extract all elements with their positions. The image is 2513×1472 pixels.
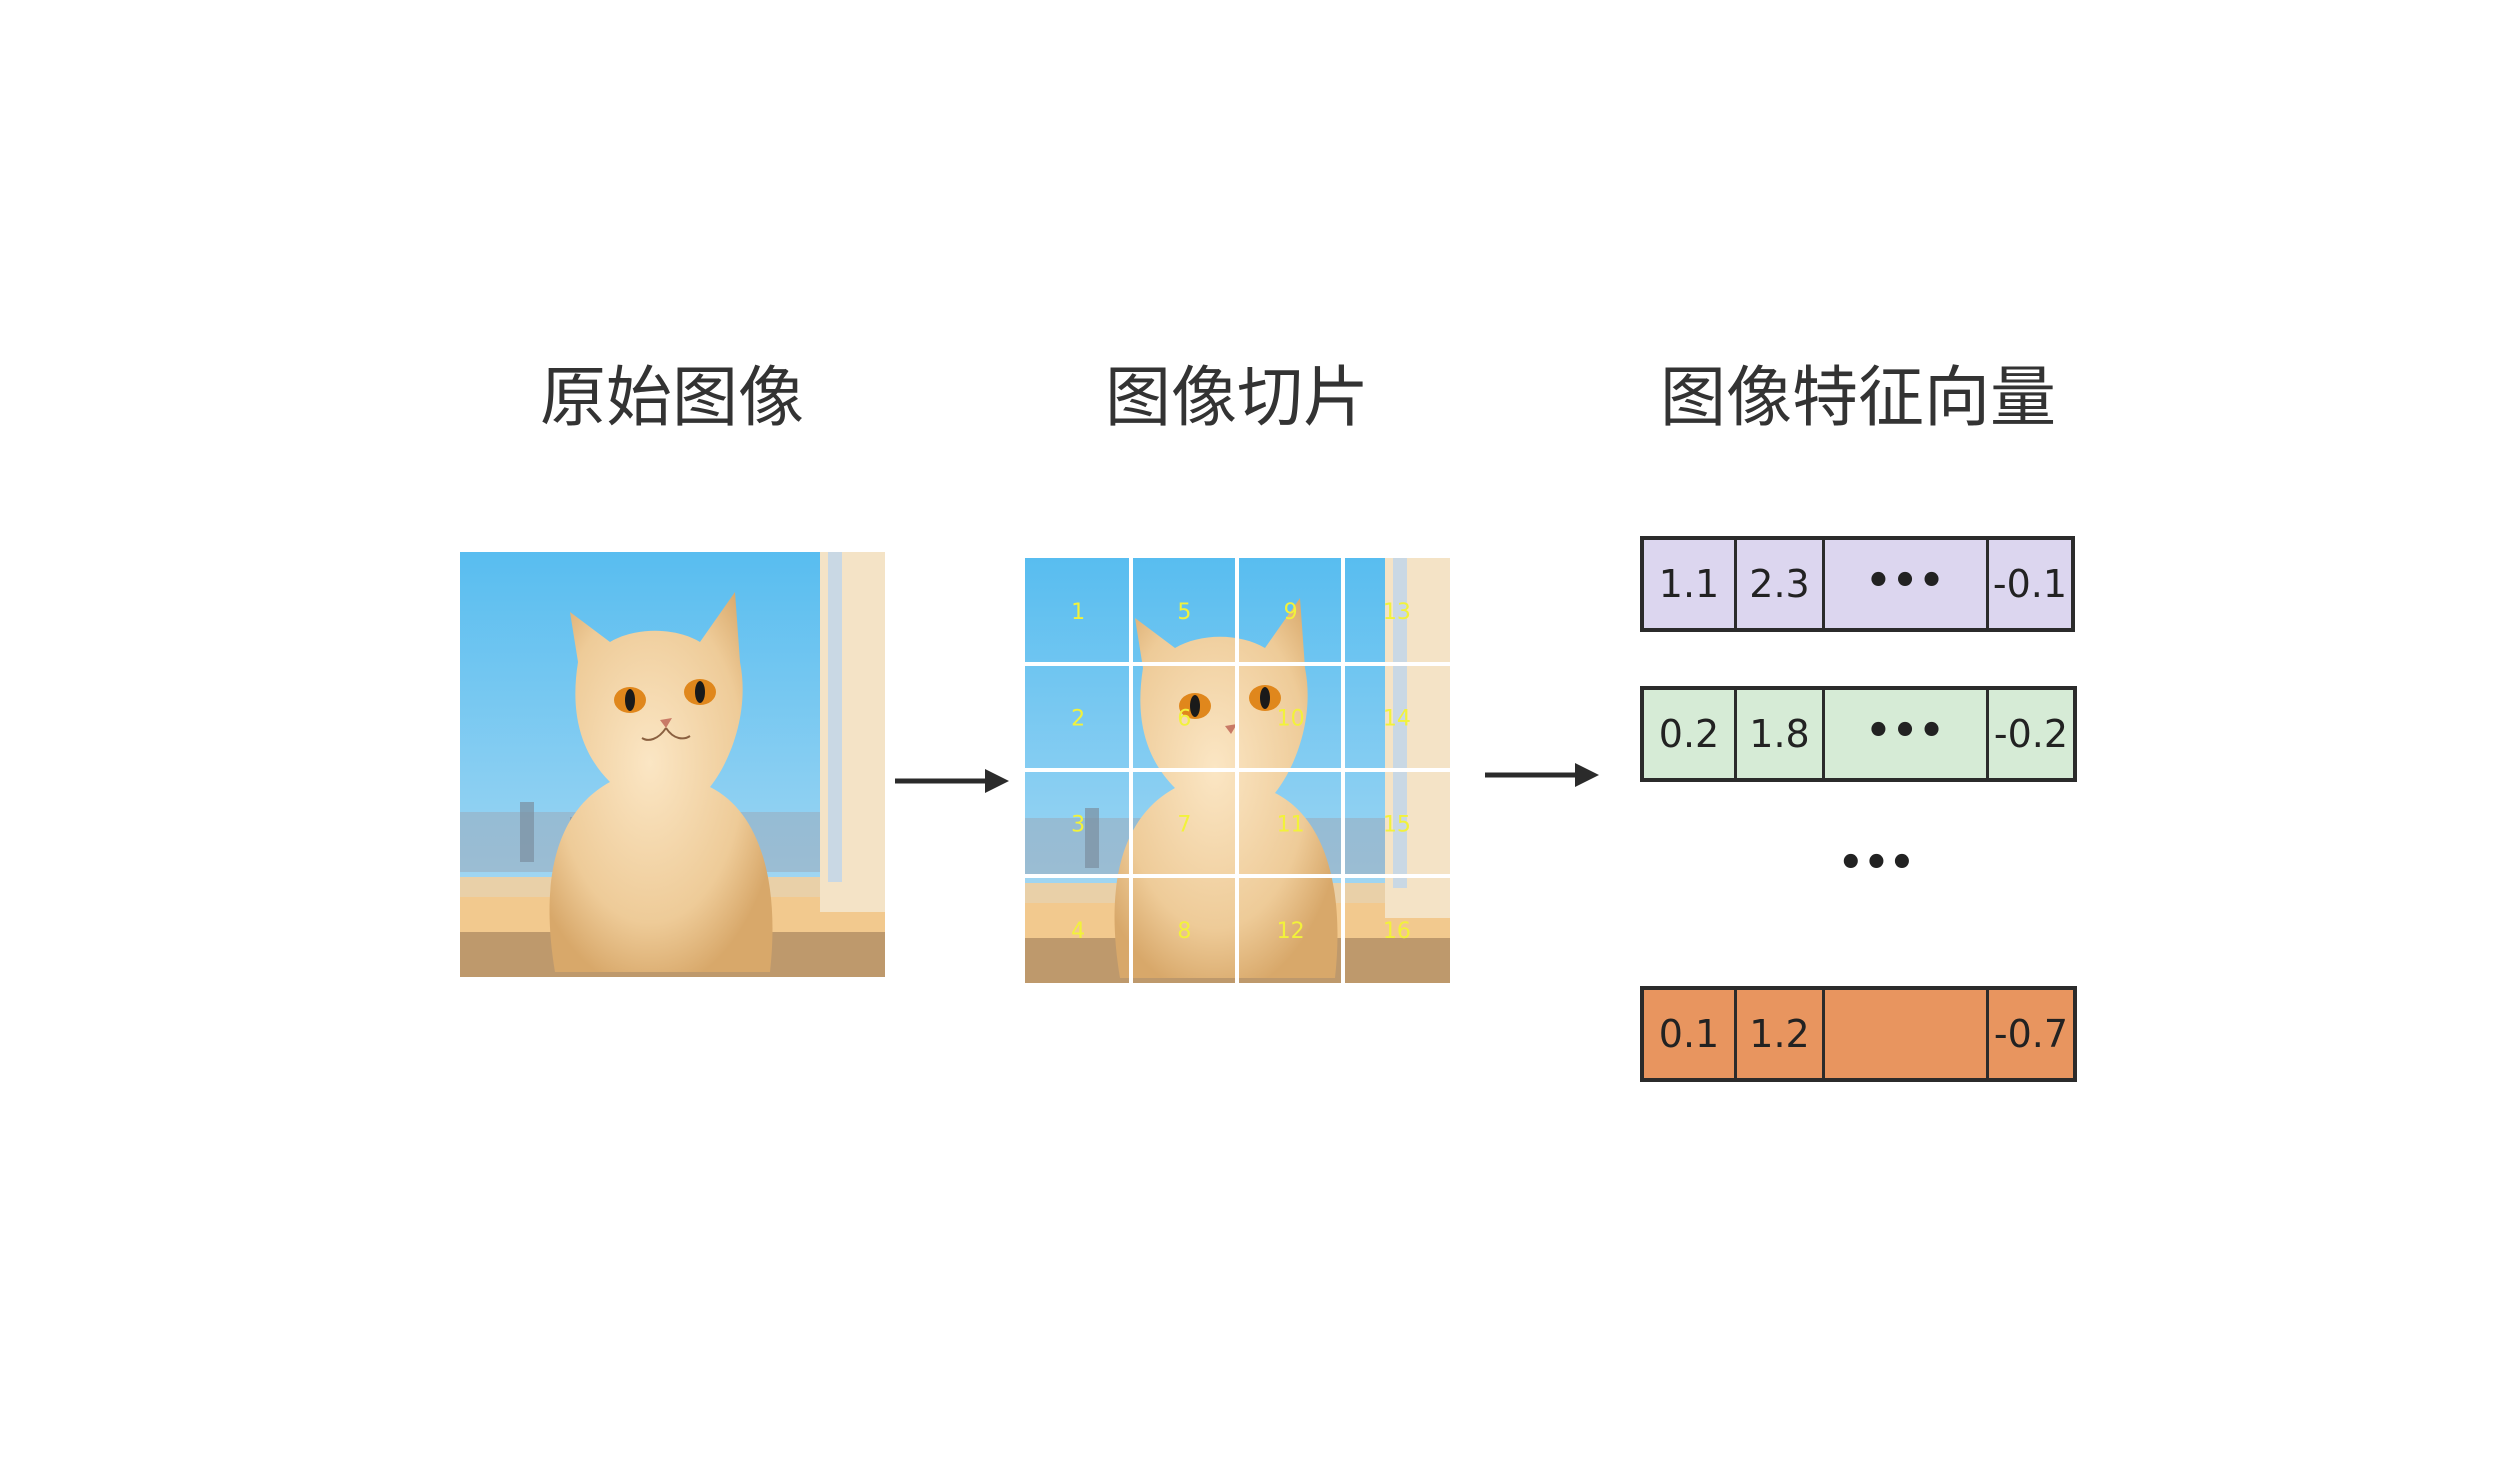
original-cat-image xyxy=(460,552,885,977)
patch-number-label: 1 xyxy=(1071,600,1085,625)
patch-number-label: 12 xyxy=(1277,919,1305,944)
arrow-right-icon xyxy=(1485,763,1599,787)
patch-number-label: 6 xyxy=(1177,706,1191,731)
patch-number-label: 13 xyxy=(1383,600,1411,625)
patch-number-label: 15 xyxy=(1383,813,1411,838)
patch-number-label: 16 xyxy=(1383,919,1411,944)
original-image-title: 原始图像 xyxy=(540,359,804,436)
patch-number-label: 3 xyxy=(1071,813,1085,838)
patch-number-label: 2 xyxy=(1071,706,1085,731)
patch-number-label: 7 xyxy=(1177,813,1191,838)
vector-cell: 1.2 xyxy=(1737,990,1825,1078)
patch-number-label: 8 xyxy=(1177,919,1191,944)
vector-cell: 0.2 xyxy=(1644,690,1737,778)
vector-cell: 2.3 xyxy=(1737,540,1825,628)
vector-cell: -0.2 xyxy=(1993,712,2069,756)
vector-cell: 1.8 xyxy=(1737,690,1825,778)
feature-vector-row-1: 1.1 2.3 ••• -0.1 xyxy=(1640,536,2075,632)
vector-cell: -0.7 xyxy=(1993,1012,2069,1056)
feature-vectors-title: 图像特征向量 xyxy=(1660,359,2056,436)
patch-number-label: 10 xyxy=(1277,706,1305,731)
patch-number-label: 4 xyxy=(1071,919,1085,944)
patch-number-label: 9 xyxy=(1284,600,1298,625)
arrow-right-icon xyxy=(895,769,1009,793)
vector-cell: 1.1 xyxy=(1644,540,1737,628)
patch-number-label: 14 xyxy=(1383,706,1411,731)
vector-cell xyxy=(1825,990,1989,1078)
patched-cat-image: 1 2 3 4 5 6 7 8 9 10 11 12 13 14 15 16 xyxy=(1025,558,1450,983)
vector-rows-ellipsis: ••• xyxy=(1838,840,1915,886)
feature-vector-row-3: 0.1 1.2 -0.7 xyxy=(1640,986,2077,1082)
image-patches-title: 图像切片 xyxy=(1105,359,1369,436)
vector-ellipsis-cell: ••• xyxy=(1825,540,1989,628)
patch-number-label: 11 xyxy=(1277,813,1305,838)
vector-cell: -0.1 xyxy=(1992,562,2068,606)
feature-vector-row-2: 0.2 1.8 ••• -0.2 xyxy=(1640,686,2077,782)
vector-cell: 0.1 xyxy=(1644,990,1737,1078)
patch-number-label: 5 xyxy=(1177,600,1191,625)
vector-ellipsis-cell: ••• xyxy=(1825,690,1989,778)
